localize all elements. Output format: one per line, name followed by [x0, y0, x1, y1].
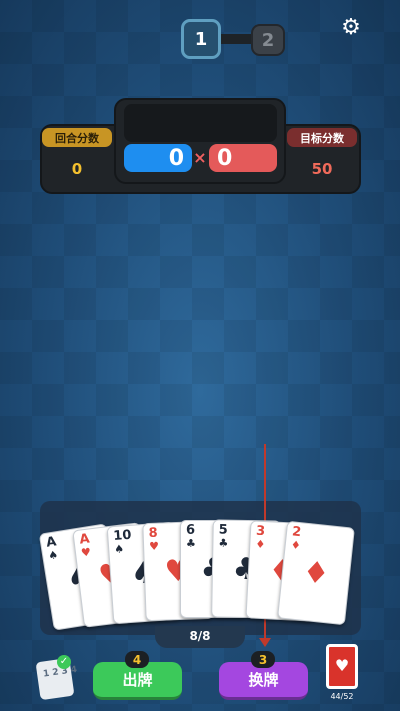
- card-rank: 10: [112, 527, 132, 545]
- card-suit-icon: ♦: [290, 538, 302, 553]
- deck-count: 44/52: [330, 692, 354, 701]
- deck-back-icon: ♥: [334, 656, 350, 675]
- current-level: 1: [181, 19, 221, 59]
- chips-value: 0: [124, 144, 192, 172]
- round-score-label: 回合分数: [42, 128, 112, 147]
- hand-count: 8/8: [189, 629, 211, 643]
- play-remaining-badge: 4: [125, 651, 149, 668]
- card-rank: 2: [291, 524, 302, 541]
- card-rank: 5: [218, 522, 228, 538]
- target-score-value: 50: [311, 160, 333, 178]
- target-score-label: 目标分数: [287, 128, 357, 147]
- card-suit-icon: ♥: [148, 539, 160, 553]
- card-suit-icon: ♠: [113, 542, 125, 556]
- hand-card[interactable]: 2 ♦ ♦: [277, 520, 355, 626]
- annotation-arrow-head: [259, 638, 271, 647]
- next-level: 2: [251, 24, 285, 56]
- card-rank: 3: [255, 523, 266, 540]
- mult-value: 0: [209, 144, 277, 172]
- level-progress-bar: [220, 34, 253, 44]
- card-rank: 8: [148, 525, 158, 541]
- card-center-suit-icon: ♦: [300, 554, 332, 593]
- gear-icon[interactable]: ⚙: [340, 17, 362, 39]
- card-suit-icon: ♣: [186, 537, 196, 550]
- card-suit-icon: ♦: [255, 537, 266, 552]
- check-icon: ✓: [57, 655, 71, 669]
- round-score-value: 0: [71, 160, 83, 178]
- card-suit-icon: ♠: [47, 548, 60, 563]
- hand-type-display: [124, 104, 277, 142]
- card-rank: 6: [186, 523, 196, 538]
- card-suit-icon: ♣: [218, 536, 229, 550]
- multiply-sign: ×: [193, 148, 207, 167]
- discard-remaining-badge: 3: [251, 651, 275, 668]
- deck-pile[interactable]: ♥: [326, 644, 358, 689]
- card-suit-icon: ♥: [80, 545, 92, 560]
